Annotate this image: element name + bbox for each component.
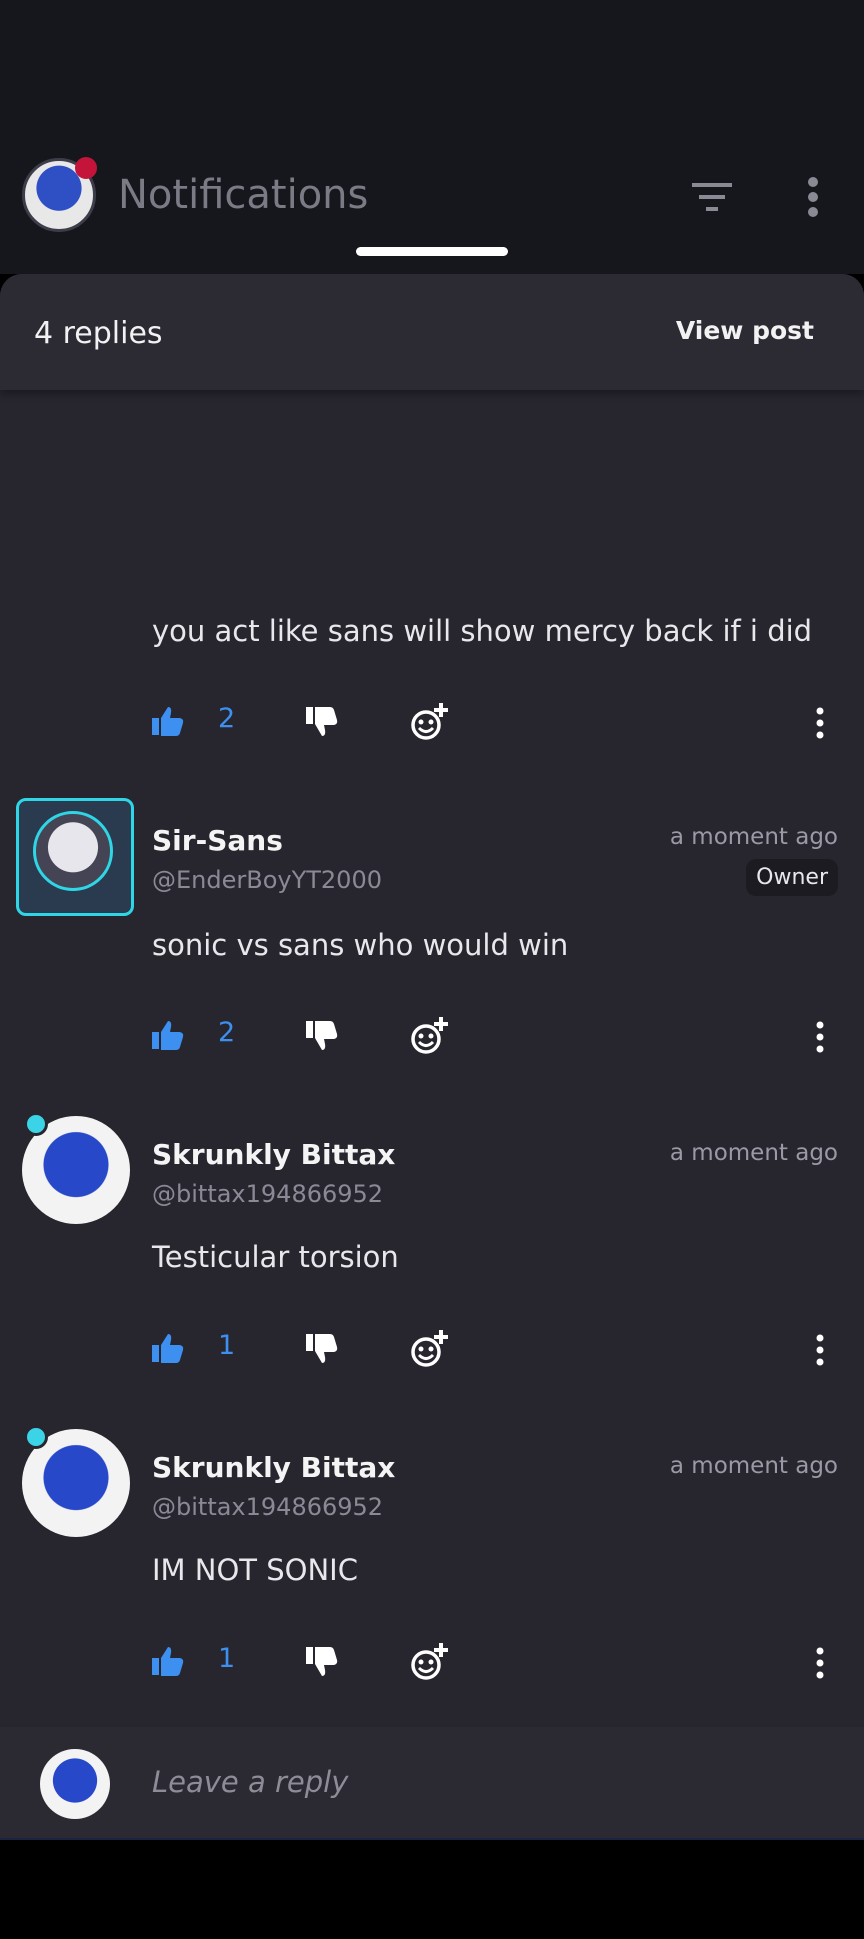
more-options-icon[interactable] (810, 1330, 830, 1370)
like-count: 2 (218, 703, 236, 734)
sheet-header: 4 replies View post (0, 274, 864, 390)
reply-input[interactable]: Leave a reply (152, 1765, 348, 1799)
author-name[interactable]: Skrunkly Bittax (152, 1138, 395, 1171)
author-handle: @EnderBoyYT2000 (152, 866, 382, 894)
add-reaction-icon[interactable] (410, 701, 448, 741)
comment-text: IM NOT SONIC (152, 1553, 358, 1587)
comment-text: sonic vs sans who would win (152, 928, 569, 962)
add-reaction-icon[interactable] (410, 1328, 448, 1368)
kebab-menu-icon[interactable] (796, 176, 830, 218)
thumbs-up-icon[interactable] (150, 705, 184, 737)
drag-handle[interactable] (356, 247, 508, 256)
view-post-button[interactable]: View post (676, 316, 814, 345)
author-name[interactable]: Sir-Sans (152, 824, 283, 857)
thumbs-up-icon[interactable] (150, 1645, 184, 1677)
page-title: Notifications (118, 172, 369, 218)
comment-actions: 1 (150, 1326, 840, 1374)
user-avatar[interactable] (22, 157, 97, 232)
timestamp: a moment ago (669, 824, 838, 850)
thumbs-down-icon[interactable] (304, 1645, 338, 1677)
reply-bar: Leave a reply (0, 1727, 864, 1840)
owner-badge: Owner (746, 859, 838, 896)
thumbs-down-icon[interactable] (304, 1332, 338, 1364)
author-avatar[interactable] (16, 798, 134, 916)
comment-text: Testicular torsion (152, 1240, 399, 1274)
comment-actions: 2 (150, 699, 840, 747)
replies-count: 4 replies (34, 316, 163, 351)
comment-actions: 2 (150, 1013, 840, 1061)
thumbs-down-icon[interactable] (304, 705, 338, 737)
author-avatar[interactable] (22, 1425, 130, 1537)
timestamp: a moment ago (669, 1453, 838, 1479)
author-handle: @bittax194866952 (152, 1493, 384, 1521)
comment-actions: 1 (150, 1639, 840, 1687)
more-options-icon[interactable] (810, 1643, 830, 1683)
comment-text: you act like sans will show mercy back i… (152, 614, 813, 648)
author-handle: @bittax194866952 (152, 1180, 384, 1208)
like-count: 1 (218, 1643, 236, 1674)
timestamp: a moment ago (669, 1140, 838, 1166)
skull-avatar-image (33, 811, 113, 891)
thumbs-up-icon[interactable] (150, 1332, 184, 1364)
replies-sheet: 4 replies View post you act like sans wi… (0, 274, 864, 1840)
add-reaction-icon[interactable] (410, 1641, 448, 1681)
thumbs-up-icon[interactable] (150, 1019, 184, 1051)
avatar-badge-icon (24, 1112, 48, 1136)
top-bar: Notifications (0, 0, 864, 274)
more-options-icon[interactable] (810, 703, 830, 743)
author-avatar[interactable] (22, 1112, 130, 1224)
notification-dot (75, 157, 97, 179)
like-count: 1 (218, 1330, 236, 1361)
like-count: 2 (218, 1017, 236, 1048)
filter-icon[interactable] (690, 180, 734, 214)
avatar-badge-icon (24, 1425, 48, 1449)
author-name[interactable]: Skrunkly Bittax (152, 1451, 395, 1484)
thumbs-down-icon[interactable] (304, 1019, 338, 1051)
add-reaction-icon[interactable] (410, 1015, 448, 1055)
more-options-icon[interactable] (810, 1017, 830, 1057)
current-user-avatar (40, 1749, 110, 1819)
